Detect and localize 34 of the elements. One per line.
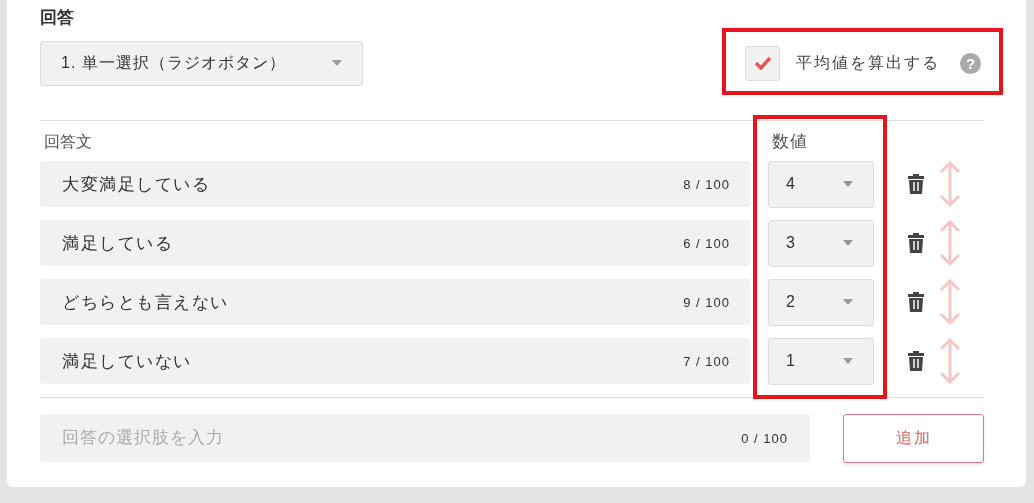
value-dropdown[interactable]: 1: [768, 337, 874, 385]
trash-icon[interactable]: [908, 174, 924, 194]
answer-field[interactable]: 満足している 6 / 100: [40, 220, 750, 266]
caret-icon: [843, 181, 853, 187]
caret-icon: [843, 240, 853, 246]
column-header: 数値: [772, 130, 808, 153]
trash-icon[interactable]: [908, 351, 924, 371]
trash-icon[interactable]: [908, 233, 924, 253]
value-dropdown[interactable]: 2: [768, 278, 874, 326]
answer-text: どちらとも言えない: [62, 291, 229, 314]
average-checkbox[interactable]: [745, 45, 780, 81]
character-count: 7 / 100: [683, 353, 730, 369]
answer-text: 満足している: [62, 232, 173, 255]
caret-icon: [843, 358, 853, 364]
column-header: 回答文: [43, 131, 93, 152]
value-dropdown[interactable]: 4: [768, 160, 874, 208]
answer-text: 大変満足している: [62, 173, 210, 196]
character-count: 8 / 100: [683, 176, 730, 192]
answer-field[interactable]: 大変満足している 8 / 100: [40, 161, 750, 207]
character-count: 9 / 100: [683, 294, 730, 310]
answer-field[interactable]: どちらとも言えない 9 / 100: [40, 279, 750, 325]
caret-icon: [332, 60, 342, 66]
answer-field[interactable]: 満足していない 7 / 100: [40, 338, 750, 384]
character-count: 0 / 100: [741, 430, 788, 446]
value-dropdown[interactable]: 3: [768, 219, 874, 267]
trash-icon[interactable]: [908, 292, 924, 312]
caret-icon: [843, 299, 853, 305]
character-count: 6 / 100: [683, 235, 730, 251]
section-title: 回答: [40, 7, 74, 29]
answer-text: 満足していない: [62, 350, 192, 373]
question-type-dropdown[interactable]: 1. 単一選択（ラジオボタン）: [40, 40, 363, 86]
checkmark-icon: [753, 56, 772, 70]
add-button[interactable]: 追加: [843, 414, 984, 463]
average-label: 平均値を算出する: [796, 52, 940, 73]
